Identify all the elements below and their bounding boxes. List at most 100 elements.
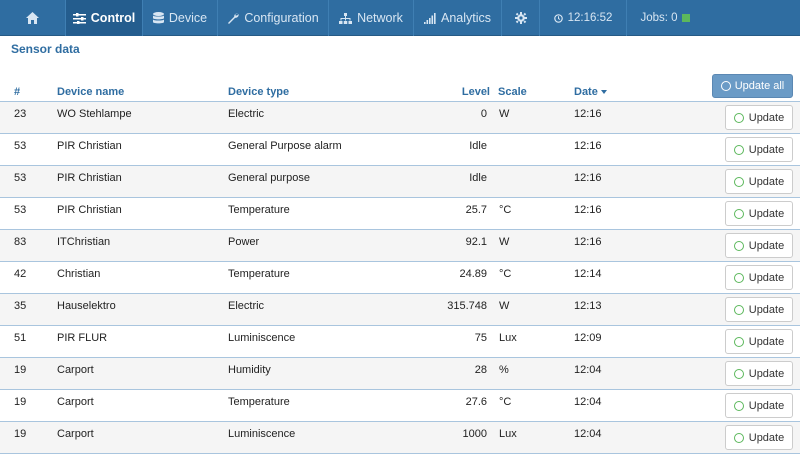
row-level: 24.89 xyxy=(459,268,487,280)
header-scale[interactable]: Scale xyxy=(498,86,527,98)
update-label: Update xyxy=(748,239,785,252)
row-number: 23 xyxy=(14,108,27,120)
update-all-button[interactable]: Update all xyxy=(712,74,793,98)
row-device-type: Humidity xyxy=(228,364,271,376)
gear-icon xyxy=(514,12,527,24)
row-number: 19 xyxy=(14,396,27,408)
nav-clock: 12:16:52 xyxy=(540,0,627,36)
update-button[interactable]: Update xyxy=(725,233,793,258)
row-date: 12:13 xyxy=(574,300,602,312)
row-date: 12:16 xyxy=(574,108,602,120)
refresh-ring-icon xyxy=(733,272,744,283)
row-level: 1000 xyxy=(462,428,487,440)
header-date-label: Date xyxy=(574,86,598,98)
row-scale: W xyxy=(499,108,510,120)
row-device-type: Temperature xyxy=(228,204,290,216)
update-button[interactable]: Update xyxy=(725,137,793,162)
nav-tab-configuration[interactable]: Configuration xyxy=(218,0,329,36)
update-button[interactable]: Update xyxy=(725,265,793,290)
database-icon xyxy=(152,12,164,24)
sort-desc-icon xyxy=(600,90,607,95)
row-device-type: Power xyxy=(228,236,260,248)
jobs-label: Jobs: 0 xyxy=(640,12,678,24)
nav-tab-label: Device xyxy=(168,11,208,25)
row-scale: Lux xyxy=(499,332,517,344)
nav-tab-network[interactable]: Network xyxy=(329,0,414,36)
update-label: Update xyxy=(748,367,785,380)
row-number: 19 xyxy=(14,428,27,440)
refresh-ring-icon xyxy=(733,208,744,219)
clock-icon xyxy=(553,13,563,23)
row-date: 12:04 xyxy=(574,428,602,440)
clock-time: 12:16:52 xyxy=(567,12,613,24)
table-row: 53 PIR Christian Temperature 25.7 °C 12:16 Upd… xyxy=(0,198,800,230)
nav-jobs[interactable]: Jobs: 0 xyxy=(627,0,703,36)
header-device-name[interactable]: Device name xyxy=(57,86,124,98)
row-device-name: Carport xyxy=(57,364,94,376)
row-level: 315.748 xyxy=(447,300,487,312)
page-title: Sensor data xyxy=(11,42,80,56)
nav-settings[interactable] xyxy=(502,0,540,36)
row-number: 19 xyxy=(14,364,27,376)
update-button[interactable]: Update xyxy=(725,297,793,322)
update-button[interactable]: Update xyxy=(725,425,793,450)
row-scale: % xyxy=(499,364,509,376)
header-level[interactable]: Level xyxy=(462,86,490,98)
row-device-type: Luminiscence xyxy=(228,332,296,344)
update-label: Update xyxy=(748,207,785,220)
home-icon xyxy=(26,12,39,24)
header-date[interactable]: Date xyxy=(574,86,607,98)
update-label: Update xyxy=(748,175,785,188)
refresh-ring-icon xyxy=(733,304,744,315)
row-scale: °C xyxy=(499,268,512,280)
nav-tab-analytics[interactable]: Analytics xyxy=(414,0,502,36)
row-number: 53 xyxy=(14,172,27,184)
row-number: 53 xyxy=(14,140,27,152)
nav-tab-device[interactable]: Device xyxy=(143,0,218,36)
update-label: Update xyxy=(748,303,785,316)
update-button[interactable]: Update xyxy=(725,393,793,418)
refresh-ring-icon xyxy=(733,336,744,347)
update-button[interactable]: Update xyxy=(725,329,793,354)
update-button[interactable]: Update xyxy=(725,105,793,130)
row-number: 51 xyxy=(14,332,27,344)
header-device-type[interactable]: Device type xyxy=(228,86,289,98)
table-row: 53 PIR Christian General purpose Idle 12:16 U… xyxy=(0,166,800,198)
table-row: 51 PIR FLUR Luminiscence 75 Lux 12:09 Update xyxy=(0,326,800,358)
update-label: Update xyxy=(748,399,785,412)
table-row: 83 ITChristian Power 92.1 W 12:16 Update xyxy=(0,230,800,262)
update-button[interactable]: Update xyxy=(725,201,793,226)
refresh-ring-icon xyxy=(720,81,731,91)
table-row: 42 Christian Temperature 24.89 °C 12:14 Update xyxy=(0,262,800,294)
update-all-label: Update all xyxy=(734,80,785,92)
row-device-name: Hauselektro xyxy=(57,300,116,312)
table-header: # Device name Device type Level Scale Da… xyxy=(0,70,800,102)
update-button[interactable]: Update xyxy=(725,169,793,194)
row-level: 0 xyxy=(480,108,487,120)
nav-home[interactable] xyxy=(0,0,66,36)
row-number: 53 xyxy=(14,204,27,216)
update-label: Update xyxy=(748,271,785,284)
table-row: 19 Carport Luminiscence 1000 Lux 12:04 Update xyxy=(0,422,800,454)
nav-tab-label: Configuration xyxy=(244,11,319,25)
update-button[interactable]: Update xyxy=(725,361,793,386)
sensor-table: # Device name Device type Level Scale Da… xyxy=(0,70,800,454)
row-date: 12:16 xyxy=(574,140,602,152)
nav-tab-control[interactable]: Control xyxy=(66,0,143,36)
row-device-name: Carport xyxy=(57,396,94,408)
row-device-name: PIR Christian xyxy=(57,140,122,152)
update-label: Update xyxy=(748,111,785,124)
row-device-name: WO Stehlampe xyxy=(57,108,132,120)
row-number: 83 xyxy=(14,236,27,248)
row-date: 12:16 xyxy=(574,236,602,248)
row-device-type: Temperature xyxy=(228,268,290,280)
row-scale: W xyxy=(499,300,510,312)
wrench-icon xyxy=(228,13,239,24)
row-level: 27.6 xyxy=(465,396,487,408)
nav-tab-label: Analytics xyxy=(440,11,492,25)
row-device-name: PIR Christian xyxy=(57,172,122,184)
row-date: 12:16 xyxy=(574,204,602,216)
refresh-ring-icon xyxy=(733,144,744,155)
jobs-status-indicator xyxy=(681,14,690,22)
row-date: 12:04 xyxy=(574,364,602,376)
